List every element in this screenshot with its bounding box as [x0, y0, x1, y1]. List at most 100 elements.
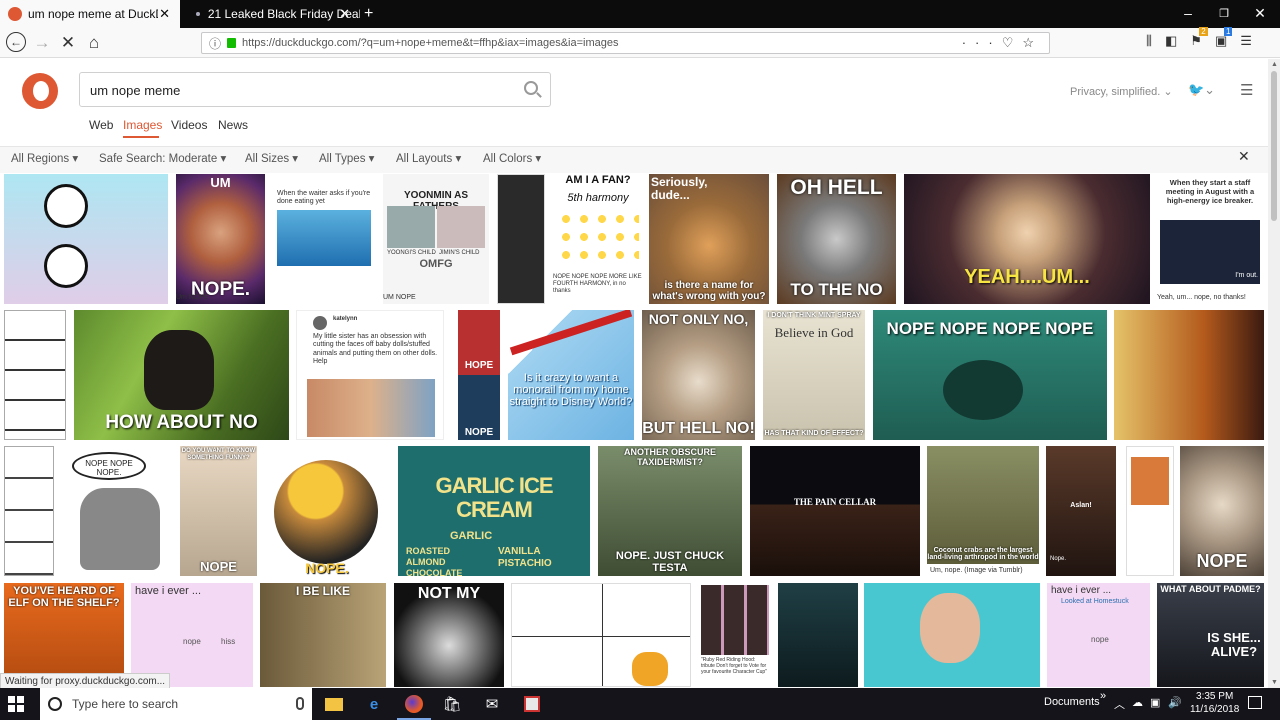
result-coconut-crabs[interactable]: Coconut crabs are the largest land-livin… — [927, 446, 1039, 564]
stop-loading-icon[interactable]: ✕ — [58, 33, 78, 53]
mail-icon[interactable]: ✉ — [480, 692, 504, 716]
result-i-be-like[interactable]: I BE LIKE — [260, 583, 386, 687]
result-think-stickman[interactable] — [4, 174, 168, 304]
close-tab-icon[interactable]: ✕ — [159, 6, 170, 22]
result-dark-hallway[interactable] — [778, 583, 858, 687]
duckduckgo-logo[interactable] — [22, 73, 58, 109]
url-text[interactable]: https://duckduckgo.com/?q=um+nope+meme&t… — [242, 37, 618, 49]
result-monorail[interactable]: Is it crazy to want a monorail from my h… — [508, 310, 634, 440]
result-something-funny[interactable]: DO YOU WANT TO KNOW SOMETHING FUNNY? NOP… — [180, 446, 257, 576]
network-icon[interactable]: ▣ — [1150, 696, 1160, 709]
cloud-icon[interactable]: ☁ — [1132, 696, 1143, 709]
new-tab-button[interactable]: + — [364, 0, 384, 28]
result-tweet-dolls[interactable]: katelynn My little sister has an obsessi… — [296, 310, 444, 440]
tab-images[interactable]: Images — [123, 118, 162, 132]
windows-start-icon[interactable] — [8, 696, 24, 712]
result-garlic-ice-cream[interactable]: GARLIC ICE CREAM GARLIC ROASTED ALMOND C… — [398, 446, 590, 576]
result-trump-text[interactable] — [1126, 446, 1174, 576]
result-yoonmin-fathers[interactable]: YOONMIN AS FATHERS YOONGI'S CHILD JIMIN'… — [383, 174, 489, 304]
addon-icon-2[interactable]: ▣ 1 — [1215, 27, 1233, 49]
media-app-icon[interactable] — [520, 692, 544, 716]
tray-chevron-icon[interactable]: ︿ — [1114, 696, 1125, 712]
edge-icon[interactable]: e — [362, 692, 386, 716]
page-scrollbar[interactable]: ▲ ▼ — [1268, 59, 1280, 688]
result-comic-strip-2[interactable] — [4, 446, 54, 576]
tab-news[interactable]: News — [218, 118, 248, 132]
tab-duckduckgo[interactable]: um nope meme at DuckDuckG ✕ — [0, 0, 180, 28]
result-comic-strip-dark[interactable] — [497, 174, 545, 304]
result-comic-girl-1[interactable] — [4, 310, 66, 440]
filter-safe-search[interactable]: Safe Search: Moderate ▾ — [99, 151, 226, 165]
result-grumpy-cat-2[interactable]: NOPE — [1180, 446, 1264, 576]
filter-sizes[interactable]: All Sizes ▾ — [245, 151, 298, 165]
toolbar-expand-icon[interactable]: » — [1100, 690, 1106, 702]
result-pain-cellar[interactable]: THE PAIN CELLAR — [750, 446, 920, 576]
home-icon[interactable]: ⌂ — [84, 33, 104, 53]
result-nope-nope-godzilla[interactable]: NOPE NOPE NOPE. — [62, 446, 172, 576]
scrollbar-thumb[interactable] — [1271, 71, 1277, 221]
result-believe-in-god[interactable]: I DON'T THINK MINT SPRAY Believe in God … — [763, 310, 865, 440]
result-obscure-taxidermist[interactable]: ANOTHER OBSCURE TAXIDERMIST? NOPE. JUST … — [598, 446, 742, 576]
volume-icon[interactable]: 🔊 — [1168, 696, 1182, 709]
result-am-i-a-fan[interactable]: AM I A FAN? 5th harmony NOPE NOPE NOPE M… — [551, 174, 645, 304]
result-have-i-ever-1[interactable]: have i ever ... nope hiss — [131, 583, 253, 687]
scroll-up-icon[interactable]: ▲ — [1271, 61, 1278, 68]
file-explorer-icon[interactable] — [322, 692, 346, 716]
filter-layouts[interactable]: All Layouts ▾ — [396, 151, 461, 165]
minimize-icon[interactable]: – — [1178, 5, 1198, 21]
close-window-icon[interactable]: ✕ — [1250, 5, 1270, 22]
filter-regions[interactable]: All Regions ▾ — [11, 151, 78, 165]
result-elf-on-shelf[interactable]: YOU'VE HEARD OF ELF ON THE SHELF? — [4, 583, 124, 687]
tab-videos[interactable]: Videos — [171, 118, 207, 132]
filter-types[interactable]: All Types ▾ — [319, 151, 374, 165]
search-icon[interactable] — [524, 81, 538, 95]
result-not-my-president[interactable]: NOT MY — [394, 583, 504, 687]
microphone-icon[interactable] — [296, 697, 304, 710]
result-aslan-comic[interactable]: Aslan! Nope. — [1046, 446, 1116, 576]
result-grumpy-cat-1[interactable]: NOT ONLY NO, BUT HELL NO! — [642, 310, 755, 440]
documents-toolbar[interactable]: Documents — [1044, 696, 1100, 708]
result-yeah-um[interactable]: YEAH....UM... — [904, 174, 1150, 304]
result-room-photo[interactable] — [1114, 310, 1264, 440]
result-um-nope-face[interactable]: UM NOPE. — [176, 174, 265, 304]
hamburger-menu-icon[interactable]: ☰ — [1240, 81, 1253, 99]
result-tf2-engineer[interactable]: NOPE. — [264, 446, 390, 576]
taskbar-search[interactable]: Type here to search — [40, 688, 312, 720]
result-red-riding-hood[interactable]: "Ruby Red Riding Hood: tribute Don't for… — [699, 583, 771, 687]
close-filters-icon[interactable]: ✕ — [1238, 148, 1250, 165]
library-icon[interactable]: ⫼ — [1146, 33, 1152, 49]
close-tab-icon[interactable]: ✕ — [339, 6, 350, 22]
result-what-about-padme[interactable]: WHAT ABOUT PADME? IS SHE... ALIVE? — [1157, 583, 1264, 687]
result-darren-criss[interactable] — [864, 583, 1040, 687]
privacy-dropdown[interactable]: Privacy, simplified. ⌄ — [1070, 85, 1173, 98]
result-waiter-swimmer[interactable]: When the waiter asks if you're done eati… — [271, 174, 377, 304]
tab-black-friday[interactable]: 21 Leaked Black Friday Deals ✕ — [182, 0, 360, 28]
firefox-icon[interactable] — [397, 692, 431, 720]
url-bar[interactable]: ⓘ https://duckduckgo.com/?q=um+nope+meme… — [201, 32, 1050, 54]
addon-icon[interactable]: ⚑ 2 — [1190, 27, 1208, 49]
twitter-icon[interactable]: 🐦⌄ — [1188, 82, 1215, 98]
back-icon[interactable]: ← — [6, 32, 26, 52]
clock[interactable]: 3:35 PM 11/16/2018 — [1190, 690, 1239, 716]
result-hope-nope-poster[interactable]: HOPE NOPE — [458, 310, 500, 440]
search-input[interactable]: um nope meme — [79, 72, 551, 107]
result-how-about-no-bear[interactable]: HOW ABOUT NO — [74, 310, 289, 440]
forward-icon[interactable]: → — [32, 33, 52, 53]
store-icon[interactable]: 🛍 — [440, 692, 464, 716]
result-goofy-comic[interactable] — [511, 583, 691, 687]
page-actions[interactable]: ···♡☆ — [962, 35, 1043, 51]
result-oh-hell-lemur[interactable]: OH HELL TO THE NO — [777, 174, 896, 304]
scroll-down-icon[interactable]: ▼ — [1271, 679, 1278, 686]
result-have-i-ever-2[interactable]: have i ever ... Looked at Homestuck nope — [1047, 583, 1150, 687]
sidebar-icon[interactable]: ◧ — [1165, 33, 1177, 49]
result-nope-octopus[interactable]: NOPE NOPE NOPE NOPE — [873, 310, 1107, 440]
result-staff-meeting[interactable]: When they start a staff meeting in Augus… — [1156, 174, 1264, 288]
meme-caption-bottom: OMFG — [419, 258, 453, 270]
notification-icon[interactable] — [1248, 696, 1262, 709]
filter-colors[interactable]: All Colors ▾ — [483, 151, 541, 165]
tab-web[interactable]: Web — [89, 118, 113, 132]
result-seriously-dude[interactable]: Seriously, dude... is there a name for w… — [649, 174, 769, 304]
info-icon[interactable]: ⓘ — [209, 35, 221, 52]
maximize-icon[interactable]: ❐ — [1214, 7, 1234, 20]
browser-menu-icon[interactable]: ☰ — [1240, 33, 1252, 49]
